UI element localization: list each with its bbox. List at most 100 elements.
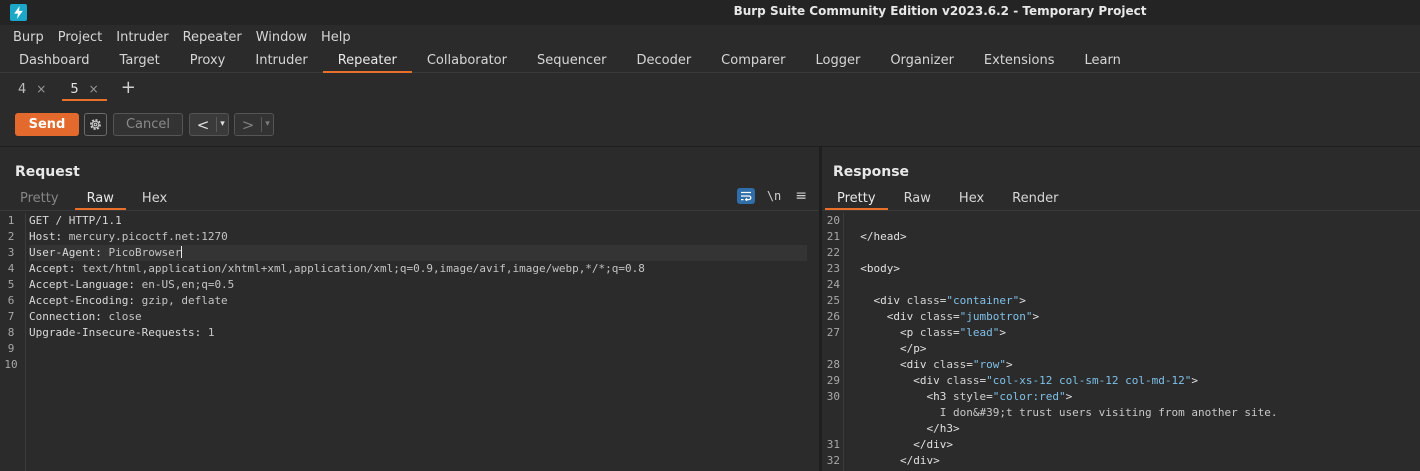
response-line: 20 (822, 213, 1420, 229)
response-line: 26 <div class="jumbotron"> (822, 309, 1420, 325)
request-line-text: Upgrade-Insecure-Requests: 1 (29, 326, 215, 339)
tab-learn[interactable]: Learn (1070, 50, 1136, 72)
line-number: 29 (826, 374, 840, 387)
hamburger-menu-icon[interactable]: ≡ (795, 188, 807, 204)
line-number: 26 (826, 310, 840, 323)
tab-proxy[interactable]: Proxy (175, 50, 241, 72)
response-tab-hex[interactable]: Hex (947, 188, 996, 210)
tab-logger[interactable]: Logger (801, 50, 876, 72)
chevron-down-icon[interactable]: ▾ (261, 117, 273, 132)
repeater-tab-label: 5 (70, 81, 79, 97)
request-line-text: Accept-Language: en-US,en;q=0.5 (29, 278, 235, 291)
line-number: 7 (7, 310, 15, 323)
tab-extensions[interactable]: Extensions (969, 50, 1070, 72)
line-number: 32 (826, 454, 840, 467)
menu-window[interactable]: Window (249, 27, 314, 49)
chevron-down-icon[interactable]: ▾ (216, 117, 228, 132)
tab-decoder[interactable]: Decoder (621, 50, 706, 72)
tab-repeater[interactable]: Repeater (322, 50, 412, 73)
close-icon[interactable]: × (89, 82, 99, 96)
menu-intruder[interactable]: Intruder (109, 27, 175, 49)
response-tab-pretty[interactable]: Pretty (825, 188, 888, 210)
menu-bar: Burp Project Intruder Repeater Window He… (0, 27, 1420, 49)
request-tab-raw[interactable]: Raw (74, 188, 127, 210)
response-title: Response (833, 164, 910, 180)
line-number: 25 (826, 294, 840, 307)
response-line: 22 (822, 245, 1420, 261)
request-line: 8 Upgrade-Insecure-Requests: 1 (0, 325, 819, 341)
response-line-text: </p> (847, 342, 927, 355)
menu-project[interactable]: Project (51, 27, 109, 49)
tab-intruder[interactable]: Intruder (240, 50, 322, 72)
request-line-text: Accept: text/html,application/xhtml+xml,… (29, 262, 645, 275)
response-line-text: </head> (847, 230, 907, 243)
line-number: 28 (826, 358, 840, 371)
response-line-text: </div> (847, 454, 940, 467)
main-tabs: Dashboard Target Proxy Intruder Repeater… (0, 50, 1420, 73)
response-view-tabs: Pretty Raw Hex Render (825, 188, 1074, 210)
request-panel: Request Pretty Raw Hex \n ≡ 1 GET / HTTP/… (0, 147, 819, 471)
response-line: </p> (822, 341, 1420, 357)
request-line-text: Accept-Encoding: gzip, deflate (29, 294, 228, 307)
text-cursor (181, 246, 183, 258)
tab-target[interactable]: Target (105, 50, 175, 72)
response-line: 23 <body> (822, 261, 1420, 277)
response-tab-render[interactable]: Render (1000, 188, 1070, 210)
tab-organizer[interactable]: Organizer (875, 50, 969, 72)
line-number: 24 (826, 278, 840, 291)
response-line: 27 <p class="lead"> (822, 325, 1420, 341)
wrap-lines-button[interactable] (736, 188, 755, 204)
close-icon[interactable]: × (36, 82, 46, 96)
cancel-button[interactable]: Cancel (113, 113, 183, 136)
request-line: 3 User-Agent: PicoBrowser (0, 245, 819, 261)
request-title: Request (15, 164, 80, 180)
response-line-text: <div class="jumbotron"> (847, 310, 1040, 323)
response-line: 32 </div> (822, 453, 1420, 469)
tab-dashboard[interactable]: Dashboard (4, 50, 105, 72)
menu-repeater[interactable]: Repeater (176, 27, 249, 49)
line-number: 4 (7, 262, 15, 275)
line-number: 6 (7, 294, 15, 307)
line-number: 1 (7, 214, 15, 227)
request-line: 2 Host: mercury.picoctf.net:1270 (0, 229, 819, 245)
send-button[interactable]: Send (15, 113, 79, 136)
tab-comparer[interactable]: Comparer (706, 50, 800, 72)
history-forward-button[interactable]: > ▾ (234, 113, 274, 136)
title-bar: Burp Suite Community Edition v2023.6.2 -… (0, 0, 1420, 25)
request-view-tabs: Pretty Raw Hex (8, 188, 183, 210)
tab-collaborator[interactable]: Collaborator (412, 50, 522, 72)
repeater-tab-5[interactable]: 5 × (60, 77, 108, 101)
window-title: Burp Suite Community Edition v2023.6.2 -… (733, 4, 1147, 18)
repeater-tab-label: 4 (18, 81, 27, 97)
add-tab-icon[interactable]: + (121, 77, 136, 99)
response-line: 28 <div class="row"> (822, 357, 1420, 373)
menu-help[interactable]: Help (314, 27, 358, 49)
history-back-button[interactable]: < ▾ (189, 113, 229, 136)
request-line: 1 GET / HTTP/1.1 (0, 213, 819, 229)
request-line-text: GET / HTTP/1.1 (29, 214, 122, 227)
repeater-tabs: 4 × 5 × + (0, 77, 1420, 101)
line-number: 27 (826, 326, 840, 339)
request-tab-hex[interactable]: Hex (130, 188, 179, 210)
tab-sequencer[interactable]: Sequencer (522, 50, 621, 72)
request-line: 9 (0, 341, 819, 357)
request-line-text: Host: mercury.picoctf.net:1270 (29, 230, 228, 243)
menu-burp[interactable]: Burp (6, 27, 51, 49)
request-line: 7 Connection: close (0, 309, 819, 325)
show-newlines-button[interactable]: \n (767, 189, 781, 203)
response-line-text: <p class="lead"> (847, 326, 1006, 339)
action-bar: Send Cancel < ▾ > ▾ (0, 112, 1420, 138)
request-tab-pretty[interactable]: Pretty (8, 188, 71, 210)
response-line: 31 </div> (822, 437, 1420, 453)
repeater-tab-4[interactable]: 4 × (8, 77, 56, 101)
response-line-text: </h3> (847, 422, 960, 435)
response-line-text: </div> (847, 438, 953, 451)
request-line-text: Connection: close (29, 310, 142, 323)
request-editor[interactable]: 1 GET / HTTP/1.1 2 Host: mercury.picoctf.ne… (0, 213, 819, 471)
line-number: 20 (826, 214, 840, 227)
response-editor[interactable]: 20 21 </head> 22 23 <body> 24 25 <div class="… (822, 213, 1420, 471)
response-tab-raw[interactable]: Raw (892, 188, 943, 210)
request-line: 4 Accept: text/html,application/xhtml+xml… (0, 261, 819, 277)
settings-button[interactable] (84, 113, 107, 136)
response-line-text: <div class="row"> (847, 358, 1013, 371)
